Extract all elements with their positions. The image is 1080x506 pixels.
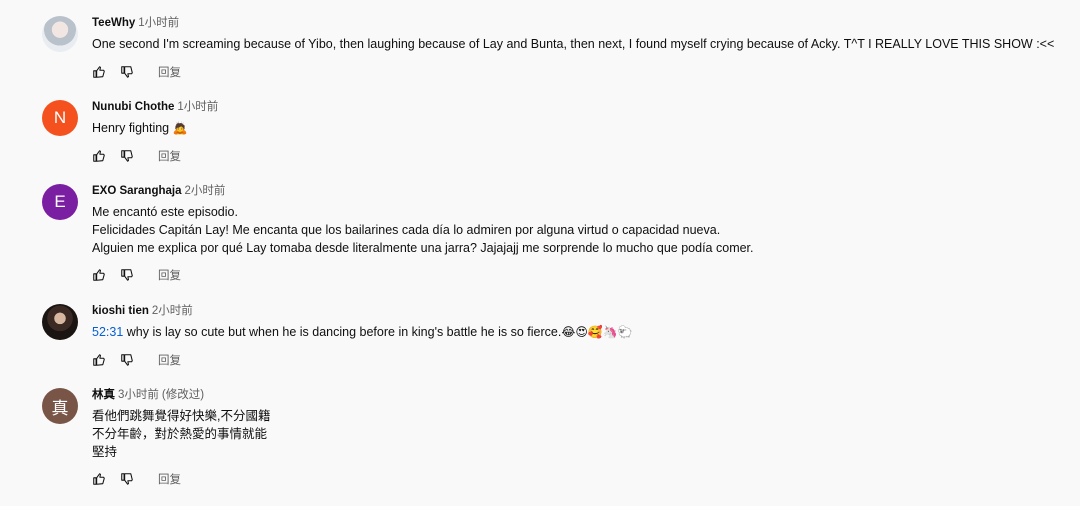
edited-label: (修改过)	[161, 389, 205, 401]
comment-line: 不分年齡，對於熱愛的事情就能	[92, 427, 268, 441]
timestamp-link[interactable]: 52:31	[92, 325, 123, 339]
thumb-down-icon[interactable]	[120, 353, 134, 367]
comment-body: kioshi tien 2小时前 52:31 why is lay so cute…	[92, 304, 1060, 341]
comments-section: TeeWhy 1小时前 One second I'm screaming beca…	[0, 0, 1080, 506]
avatar[interactable]	[42, 304, 78, 340]
comment-actions: 回复	[92, 64, 181, 80]
comment-line: 堅持	[92, 445, 118, 459]
comment-time[interactable]: 1小时前	[177, 101, 218, 113]
comment-body: TeeWhy 1小时前 One second I'm screaming beca…	[92, 16, 1060, 53]
comment-time[interactable]: 2小时前	[152, 305, 193, 317]
comment-body: 林真 3小时前 (修改过) 看他們跳舞覺得好快樂,不分國籍 不分年齡，對於熱愛的事情…	[92, 388, 1060, 461]
comment-header: Nunubi Chothe 1小时前	[92, 100, 1060, 116]
author-name[interactable]: 林真	[92, 389, 115, 401]
reply-button[interactable]: 回复	[158, 148, 181, 164]
comment-header: kioshi tien 2小时前	[92, 304, 1060, 320]
comment-time[interactable]: 3小时前	[118, 389, 159, 401]
avatar-letter: N	[53, 108, 67, 127]
avatar[interactable]: 真	[42, 388, 78, 424]
thumb-down-icon[interactable]	[120, 268, 134, 282]
comment-actions: 回复	[92, 352, 181, 368]
avatar-letter: 真	[51, 398, 69, 418]
thumb-up-icon[interactable]	[92, 268, 106, 282]
comment-emoji: 🙇	[172, 121, 188, 135]
reply-button[interactable]: 回复	[158, 471, 181, 487]
avatar[interactable]	[42, 16, 78, 52]
comment-body: Nunubi Chothe 1小时前 Henry fighting 🙇	[92, 100, 1060, 137]
comment-actions: 回复	[92, 471, 181, 487]
thumb-up-icon[interactable]	[92, 472, 106, 486]
comment-text: 看他們跳舞覺得好快樂,不分國籍 不分年齡，對於熱愛的事情就能 堅持	[92, 407, 1060, 461]
comment-line: Henry fighting	[92, 121, 170, 135]
reply-button[interactable]: 回复	[158, 352, 181, 368]
comment-line: 看他們跳舞覺得好快樂,不分國籍	[92, 409, 271, 423]
comment-emoji: 😂😍🥰🦄🐑	[561, 325, 633, 339]
comment-text: Henry fighting 🙇	[92, 119, 1060, 137]
avatar-letter: E	[54, 192, 66, 211]
comment-text: Me encantó este episodio. Felicidades Ca…	[92, 203, 1060, 257]
thumb-up-icon[interactable]	[92, 149, 106, 163]
comment-header: EXO Saranghaja 2小时前	[92, 184, 1060, 200]
reply-button[interactable]: 回复	[158, 64, 181, 80]
thumb-down-icon[interactable]	[120, 472, 134, 486]
comment-actions: 回复	[92, 148, 181, 164]
comment-time[interactable]: 1小时前	[138, 17, 179, 29]
thumb-up-icon[interactable]	[92, 353, 106, 367]
thumb-up-icon[interactable]	[92, 65, 106, 79]
comment-line: why is lay so cute but when he is dancin…	[123, 325, 562, 339]
avatar[interactable]: N	[42, 100, 78, 136]
thumb-down-icon[interactable]	[120, 65, 134, 79]
comment-time[interactable]: 2小时前	[184, 185, 225, 197]
comment-text: 52:31 why is lay so cute but when he is …	[92, 323, 1060, 341]
author-name[interactable]: kioshi tien	[92, 305, 149, 317]
comment-actions: 回复	[92, 267, 181, 283]
comment-header: 林真 3小时前 (修改过)	[92, 388, 1060, 404]
comment-line: Alguien me explica por qué Lay tomaba de…	[92, 241, 754, 255]
author-name[interactable]: Nunubi Chothe	[92, 101, 174, 113]
comment-body: EXO Saranghaja 2小时前 Me encantó este episo…	[92, 184, 1060, 257]
author-name[interactable]: TeeWhy	[92, 17, 135, 29]
comment-line: One second I'm screaming because of Yibo…	[92, 37, 1055, 51]
comment-text: One second I'm screaming because of Yibo…	[92, 35, 1060, 53]
reply-button[interactable]: 回复	[158, 267, 181, 283]
avatar[interactable]: E	[42, 184, 78, 220]
author-name[interactable]: EXO Saranghaja	[92, 185, 181, 197]
comment-line: Felicidades Capitán Lay! Me encanta que …	[92, 223, 721, 237]
comment-line: Me encantó este episodio.	[92, 205, 238, 219]
comment-header: TeeWhy 1小时前	[92, 16, 1060, 32]
thumb-down-icon[interactable]	[120, 149, 134, 163]
